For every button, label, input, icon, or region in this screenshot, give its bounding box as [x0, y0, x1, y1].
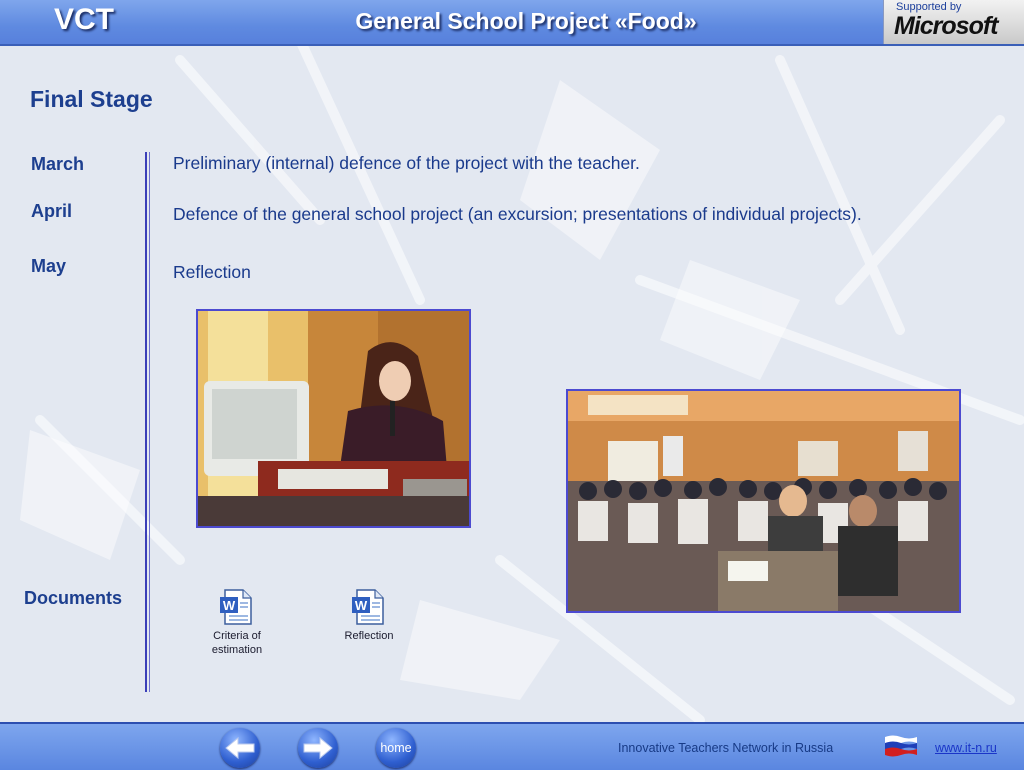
student-presentation-photo	[196, 309, 471, 528]
presentation-title: General School Project «Food»	[355, 8, 697, 34]
word-document-icon: W	[220, 589, 252, 625]
home-button[interactable]: home	[376, 728, 416, 768]
svg-text:W: W	[223, 598, 236, 613]
next-button[interactable]	[298, 728, 338, 768]
background-decoration	[0, 0, 1024, 768]
audience-photo	[566, 389, 961, 613]
network-name: Innovative Teachers Network in Russia	[618, 741, 834, 755]
document-link-reflection[interactable]: W Reflection	[324, 589, 414, 643]
month-label: April	[31, 201, 73, 221]
arrow-left-icon	[225, 736, 255, 760]
sponsor-name: Microsoft	[894, 12, 998, 40]
russian-flag-icon	[885, 735, 917, 757]
month-label: May	[31, 256, 67, 276]
activity-text: Reflection	[173, 262, 251, 282]
svg-text:W: W	[355, 598, 368, 613]
header-bar: VCT General School Project «Food» Suppor…	[0, 0, 1024, 46]
arrow-right-icon	[303, 736, 333, 760]
website-link[interactable]: www.it-n.ru	[935, 741, 997, 755]
month-label: March	[31, 154, 85, 174]
vertical-divider	[149, 152, 150, 692]
word-document-icon: W	[352, 589, 384, 625]
previous-button[interactable]	[220, 728, 260, 768]
documents-label: Documents	[24, 588, 123, 608]
activity-text: Defence of the general school project (a…	[173, 204, 862, 224]
document-link-criteria[interactable]: W Criteria of estimation	[192, 589, 282, 657]
document-caption: Reflection	[344, 630, 394, 642]
footer-bar: home Innovative Teachers Network in Russ…	[0, 722, 1024, 770]
home-label: home	[380, 741, 412, 755]
vertical-divider	[145, 152, 147, 692]
page-title: Final Stage	[30, 86, 153, 112]
sponsor-badge: Supported by Microsoft	[883, 0, 1024, 44]
document-caption: estimation	[211, 644, 263, 656]
activity-text: Preliminary (internal) defence of the pr…	[173, 153, 640, 173]
document-caption: Criteria of	[213, 630, 261, 642]
